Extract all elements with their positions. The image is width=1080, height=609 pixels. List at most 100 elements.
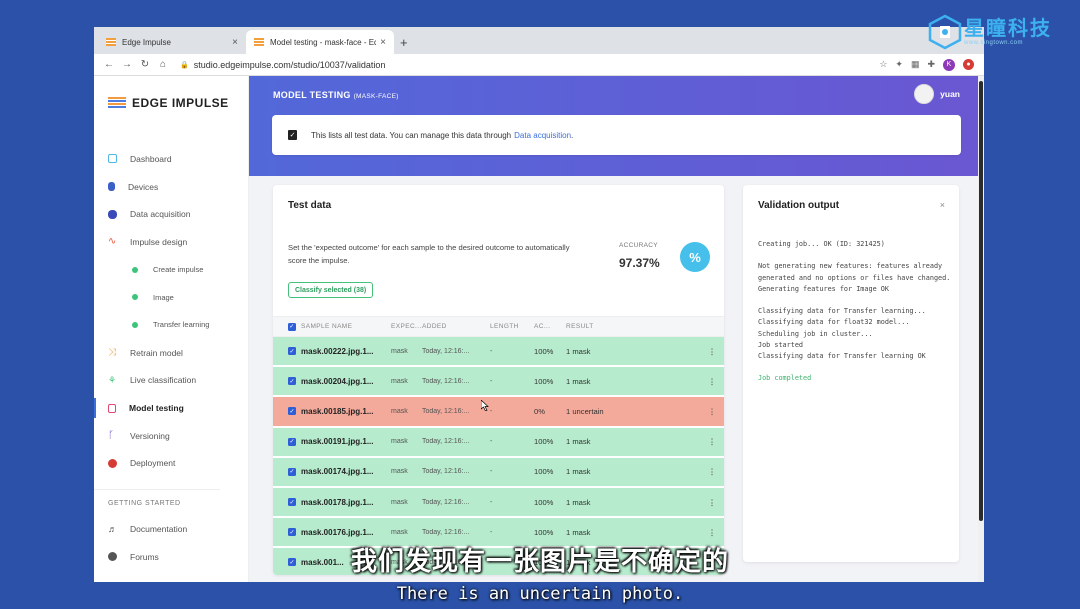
kebab-menu-icon[interactable]: ⋮ [702,377,722,386]
sidebar-item-image[interactable]: Image [94,283,248,311]
forward-icon[interactable]: → [118,59,136,70]
expected-outcome: mask [391,528,408,536]
result: 1 mask [566,467,591,477]
sidebar-item-dashboard[interactable]: Dashboard [94,145,248,173]
sidebar-item-label: Deployment [130,458,176,469]
sidebar-item-live-classification[interactable]: ⚘ Live classification [94,367,248,395]
brand-name: EDGE IMPULSE [132,96,229,110]
added-time: Today, 12:16:... [422,347,470,355]
sidebar-item-retrain-model[interactable]: ⤨ Retrain model [94,339,248,367]
row-checkbox[interactable]: ✓ [288,528,296,537]
kebab-menu-icon[interactable]: ⋮ [702,437,722,446]
sidebar-item-label: Live classification [130,375,197,386]
percent-icon: % [680,242,710,272]
scrollbar-thumb[interactable] [979,81,983,521]
table-row[interactable]: ✓ mask.00185.jpg.1... mask Today, 12:16:… [273,397,724,428]
tree-icon: ⚘ [108,374,117,385]
tab-bar: Edge Impulse × Model testing - mask-face… [94,27,984,54]
row-checkbox[interactable]: ✓ [288,437,296,446]
user-menu[interactable]: yuan [914,84,960,104]
cube-icon [108,458,117,468]
table-row[interactable]: ✓ mask.00174.jpg.1... mask Today, 12:16:… [273,457,724,488]
data-acquisition-link[interactable]: Data acquisition [514,131,571,140]
length: - [490,498,493,506]
sample-name: mask.00176.jpg.1... [301,527,374,537]
singtown-logo-icon [928,14,962,50]
row-checkbox[interactable]: ✓ [288,377,296,386]
sidebar-item-devices[interactable]: Devices [94,173,248,201]
close-icon[interactable]: × [940,200,945,210]
added-time: Today, 12:16:... [422,438,470,446]
status-dot-icon [132,266,138,273]
row-checkbox[interactable]: ✓ [288,498,296,507]
result: 1 mask [566,527,591,537]
tab-title: Model testing - mask-face - Ed [270,37,377,47]
sidebar-item-versioning[interactable]: ᚴ Versioning [94,422,248,450]
close-tab-icon[interactable]: × [232,37,238,48]
kebab-menu-icon[interactable]: ⋮ [702,528,722,537]
back-icon[interactable]: ← [100,59,118,70]
new-tab-button[interactable]: + [400,30,408,54]
extension-red-icon[interactable]: ● [963,59,974,70]
test-data-card: Test data Set the 'expected outcome' for… [273,185,724,575]
column-header[interactable]: LENGTH [490,323,534,330]
close-tab-icon[interactable]: × [380,37,386,48]
row-checkbox[interactable]: ✓ [288,407,296,416]
monitor-icon [108,154,117,164]
sidebar-item-create-impulse[interactable]: Create impulse [94,256,248,284]
browser-tab-edge-impulse[interactable]: Edge Impulse × [98,30,246,54]
accuracy: 100% [534,467,554,477]
sidebar-item-label: Transfer learning [153,320,210,330]
expected-outcome: mask [391,377,408,385]
kebab-menu-icon[interactable]: ⋮ [702,467,722,476]
page-title: MODEL TESTING (MASK-FACE) [273,90,399,100]
accuracy-label: ACCURACY [619,242,658,249]
table-row[interactable]: ✓ mask.00178.jpg.1... mask Today, 12:16:… [273,487,724,519]
sidebar-item-impulse-design[interactable]: ∿ Impulse design [94,228,248,256]
row-checkbox[interactable]: ✓ [288,467,296,476]
column-header[interactable]: SAMPLE NAME [301,323,391,330]
extension-icon[interactable]: ▦ [911,59,920,70]
result: 1 uncertain [566,406,604,416]
puzzle-icon[interactable]: ✚ [927,59,935,70]
reload-icon[interactable]: ↻ [136,59,154,70]
home-icon[interactable]: ⌂ [154,59,172,70]
edge-impulse-app: EDGE IMPULSE Dashboard Devices Data acqu… [94,76,984,582]
table-row[interactable]: ✓ mask.00222.jpg.1... mask Today, 12:16:… [273,337,724,368]
branch-icon: ᚴ [108,430,114,442]
sidebar-item-transfer-learning[interactable]: Transfer learning [94,311,248,339]
table-row[interactable]: ✓ mask.00191.jpg.1... mask Today, 12:16:… [273,427,724,458]
sidebar-item-label: Dashboard [130,153,172,164]
notice-suffix: . [571,130,574,140]
column-header[interactable]: ADDED [422,323,490,330]
browser-tab-model-testing[interactable]: Model testing - mask-face - Ed × [246,30,394,54]
book-icon: ♬ [108,523,117,534]
edge-impulse-favicon-icon [254,38,264,46]
result: 1 mask [566,346,591,356]
sidebar-item-data-acquisition[interactable]: Data acquisition [94,200,248,228]
table-row[interactable]: ✓ mask.00204.jpg.1... mask Today, 12:16:… [273,367,724,398]
expected-outcome: mask [391,438,408,446]
url-field[interactable]: 🔒 studio.edgeimpulse.com/studio/10037/va… [180,60,879,70]
brand-logo[interactable]: EDGE IMPULSE [94,76,248,110]
column-header[interactable]: EXPEC... [391,323,422,330]
sidebar-item-label: Versioning [130,430,170,441]
column-header[interactable]: RESULT [566,323,702,330]
sidebar-item-model-testing[interactable]: Model testing [94,394,248,422]
select-all-checkbox[interactable]: ✓ [288,322,296,331]
row-checkbox[interactable]: ✓ [288,347,296,356]
sidebar-item-label: Model testing [129,403,184,414]
kebab-menu-icon[interactable]: ⋮ [702,407,722,416]
length: - [490,438,493,446]
extension-icon[interactable]: ✦ [895,59,903,70]
kebab-menu-icon[interactable]: ⋮ [702,498,722,507]
profile-avatar-icon[interactable]: K [943,58,955,71]
page-scrollbar[interactable] [978,76,984,582]
sidebar-item-deployment[interactable]: Deployment [94,450,248,478]
classify-selected-button[interactable]: Classify selected (38) [288,282,374,298]
kebab-menu-icon[interactable]: ⋮ [702,347,722,356]
column-header[interactable]: AC... [534,323,566,330]
star-icon[interactable]: ☆ [879,59,887,70]
sidebar-item-documentation[interactable]: ♬ Documentation [94,515,248,543]
expected-outcome: mask [391,407,408,415]
